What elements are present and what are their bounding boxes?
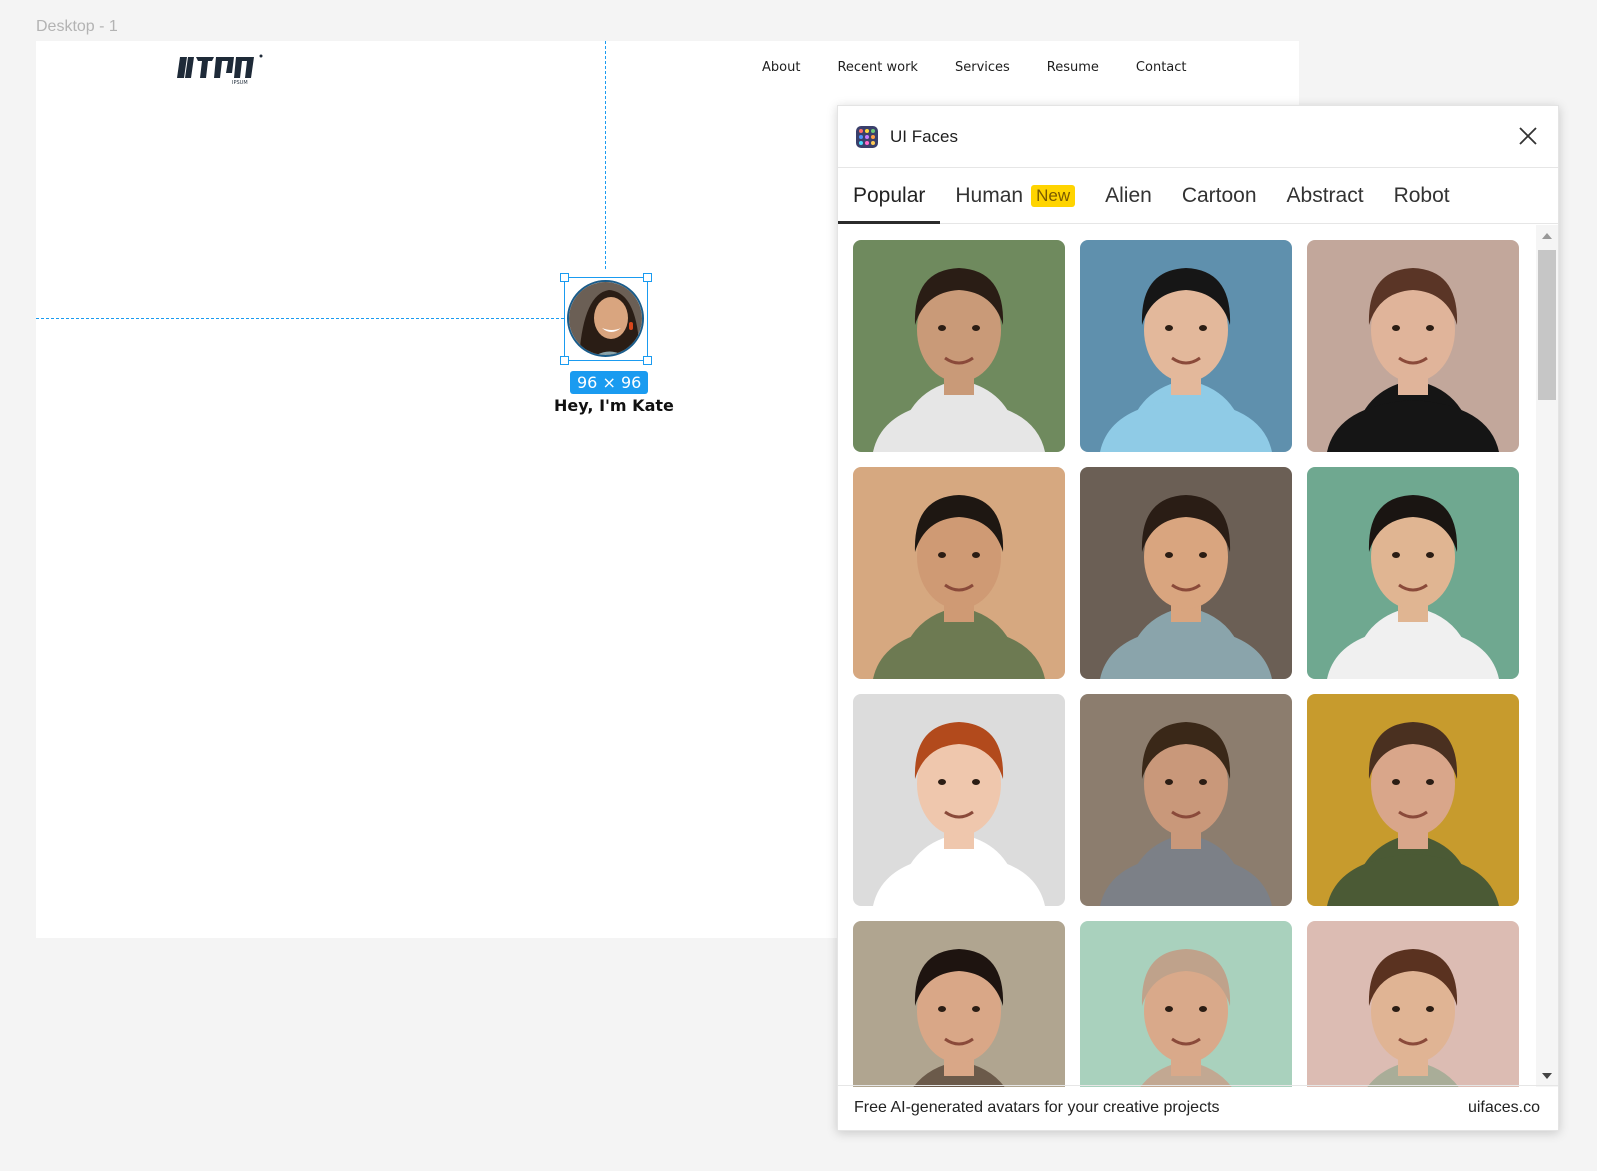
- avatar-woman-blue-shirt-image: [1080, 240, 1292, 452]
- scroll-up-arrow-icon[interactable]: [1542, 233, 1552, 239]
- avatar-woman-blue-shirt[interactable]: [1080, 240, 1292, 452]
- tab-cartoon[interactable]: Cartoon: [1167, 168, 1272, 223]
- avatar-grid-viewport: [838, 225, 1538, 1087]
- resize-handle-top-left[interactable]: [560, 273, 569, 282]
- plugin-grid-icon: [856, 125, 878, 148]
- resize-handle-top-right[interactable]: [643, 273, 652, 282]
- avatar-man-black-hoodie-image: [1307, 240, 1519, 452]
- tab-label: Human: [955, 183, 1024, 207]
- ui-faces-panel: UI Faces Popular Human New Alien Cartoon …: [837, 105, 1559, 1131]
- avatar-man-olive-tee[interactable]: [853, 467, 1065, 679]
- footer-link[interactable]: uifaces.co: [1468, 1099, 1540, 1117]
- scrollbar[interactable]: [1536, 225, 1558, 1087]
- avatar-woman-hijab-image: [1080, 921, 1292, 1087]
- new-badge: New: [1031, 184, 1076, 207]
- nav-resume[interactable]: Resume: [1047, 60, 1099, 75]
- avatar-man-black-hoodie[interactable]: [1307, 240, 1519, 452]
- avatar-man-green-jacket-image: [1307, 694, 1519, 906]
- avatar-woman-laughing[interactable]: [1080, 467, 1292, 679]
- nav-contact[interactable]: Contact: [1136, 60, 1187, 75]
- scroll-thumb[interactable]: [1538, 250, 1556, 400]
- selected-avatar[interactable]: [560, 273, 652, 365]
- panel-title: UI Faces: [890, 126, 959, 146]
- avatar-man-glasses-striped[interactable]: [1307, 467, 1519, 679]
- nav-recent-work[interactable]: Recent work: [837, 60, 918, 75]
- avatar-man-grey-tee-image: [1080, 694, 1292, 906]
- avatar-image: [567, 280, 644, 357]
- category-tabs: Popular Human New Alien Cartoon Abstract …: [838, 168, 1558, 224]
- avatar-man-olive-tee-image: [853, 467, 1065, 679]
- site-nav: About Recent work Services Resume Contac…: [762, 60, 1224, 75]
- frame-label[interactable]: Desktop - 1: [36, 18, 118, 36]
- avatar-man-grey-tee[interactable]: [1080, 694, 1292, 906]
- panel-header: UI Faces: [838, 106, 1558, 168]
- avatar-woman-laughing-image: [1080, 467, 1292, 679]
- scroll-down-arrow-icon[interactable]: [1542, 1073, 1552, 1079]
- size-badge: 96 × 96: [570, 371, 649, 394]
- panel-footer: Free AI-generated avatars for your creat…: [838, 1085, 1558, 1130]
- avatar-man-beard-tshirt-image: [853, 240, 1065, 452]
- resize-handle-bottom-left[interactable]: [560, 356, 569, 365]
- avatar-woman-red-hair[interactable]: [853, 694, 1065, 906]
- tab-abstract[interactable]: Abstract: [1272, 168, 1379, 223]
- tab-label: Robot: [1393, 183, 1450, 207]
- tab-label: Abstract: [1286, 183, 1364, 207]
- tab-popular[interactable]: Popular: [838, 168, 941, 224]
- vertical-guide: [605, 41, 606, 269]
- tab-human[interactable]: Human New: [940, 168, 1090, 223]
- avatar-woman-dark-curly-image: [853, 921, 1065, 1087]
- avatar-man-beard-tshirt[interactable]: [853, 240, 1065, 452]
- close-icon[interactable]: [1518, 126, 1538, 146]
- horizontal-guide: [36, 318, 564, 319]
- avatar-grid: [853, 240, 1519, 1087]
- avatar-man-glasses-striped-image: [1307, 467, 1519, 679]
- avatar-woman-hijab[interactable]: [1080, 921, 1292, 1087]
- avatar-woman-dark-curly[interactable]: [853, 921, 1065, 1087]
- logo-icon: IPSUM: [176, 51, 266, 87]
- tab-alien[interactable]: Alien: [1090, 168, 1167, 223]
- avatar-woman-hoodie-image: [1307, 921, 1519, 1087]
- tab-label: Popular: [853, 183, 926, 207]
- resize-handle-bottom-right[interactable]: [643, 356, 652, 365]
- avatar-woman-red-hair-image: [853, 694, 1065, 906]
- nav-about[interactable]: About: [762, 60, 800, 75]
- tab-robot[interactable]: Robot: [1379, 168, 1465, 223]
- hero-caption[interactable]: Hey, I'm Kate: [554, 396, 674, 415]
- tab-label: Cartoon: [1181, 183, 1257, 207]
- avatar-woman-hoodie[interactable]: [1307, 921, 1519, 1087]
- avatar-man-green-jacket[interactable]: [1307, 694, 1519, 906]
- tab-label: Alien: [1105, 183, 1152, 207]
- nav-services[interactable]: Services: [955, 60, 1010, 75]
- footer-text: Free AI-generated avatars for your creat…: [854, 1099, 1220, 1116]
- svg-text:IPSUM: IPSUM: [232, 80, 248, 86]
